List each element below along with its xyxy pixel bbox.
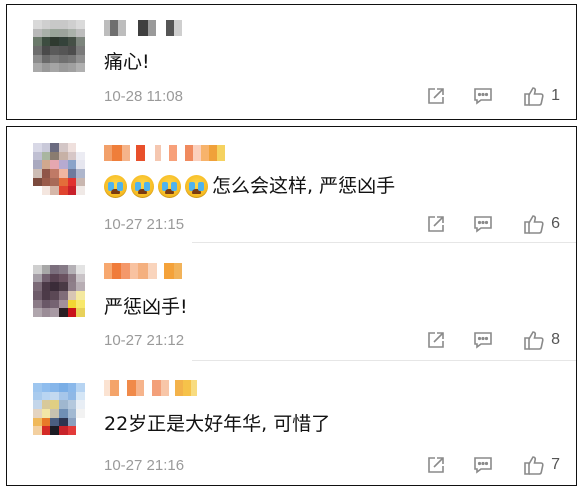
crying-face-emoji bbox=[104, 174, 127, 198]
username-blurred[interactable] bbox=[104, 20, 182, 36]
avatar[interactable] bbox=[33, 143, 85, 195]
avatar[interactable] bbox=[33, 383, 85, 435]
share-button[interactable] bbox=[426, 213, 446, 235]
comment-time: 10-27 21:16 bbox=[104, 456, 185, 474]
comment-time: 10-27 21:15 bbox=[104, 215, 185, 233]
comment-actions: 7 bbox=[396, 454, 576, 476]
comment-meta: 10-27 21:15 6 bbox=[104, 213, 576, 235]
reply-button[interactable] bbox=[473, 85, 493, 107]
username-blurred[interactable] bbox=[104, 145, 225, 161]
avatar[interactable] bbox=[33, 20, 85, 72]
comment-text: 严惩凶手! bbox=[104, 296, 188, 318]
crying-face-emoji bbox=[185, 174, 208, 198]
share-icon bbox=[428, 457, 444, 473]
thumbs-up-icon bbox=[524, 456, 544, 475]
crying-face-emoji bbox=[131, 174, 154, 198]
comment-text: 怎么会这样, 严惩凶手 bbox=[104, 174, 395, 198]
thumbs-up-icon bbox=[524, 87, 544, 106]
comment-icon bbox=[474, 88, 492, 105]
comment-meta: 10-28 11:08 1 bbox=[104, 85, 576, 107]
comment-meta: 10-27 21:16 7 bbox=[104, 454, 576, 476]
share-icon bbox=[428, 88, 444, 104]
comment-icon bbox=[474, 216, 492, 233]
share-button[interactable] bbox=[426, 85, 446, 107]
like-count: 7 bbox=[551, 456, 560, 473]
username-blurred[interactable] bbox=[104, 380, 197, 396]
like-button[interactable]: 1 bbox=[523, 85, 560, 107]
reply-button[interactable] bbox=[473, 329, 493, 351]
like-count: 1 bbox=[551, 87, 560, 104]
comment-text: 痛心! bbox=[104, 51, 150, 73]
reply-button[interactable] bbox=[473, 454, 493, 476]
like-button[interactable]: 6 bbox=[523, 213, 560, 235]
reply-button[interactable] bbox=[473, 213, 493, 235]
share-icon bbox=[428, 332, 444, 348]
comment-icon bbox=[474, 332, 492, 349]
comment-card: 怎么会这样, 严惩凶手 10-27 21:15 6 严惩凶手! 10-27 21… bbox=[6, 126, 577, 486]
username-blurred[interactable] bbox=[104, 263, 182, 279]
comment-item: 痛心! 10-28 11:08 1 bbox=[7, 5, 576, 121]
like-button[interactable]: 7 bbox=[523, 454, 560, 476]
comment-actions: 8 bbox=[396, 329, 576, 351]
comment-time: 10-28 11:08 bbox=[104, 87, 183, 105]
thumbs-up-icon bbox=[524, 331, 544, 350]
comment-actions: 6 bbox=[396, 213, 576, 235]
comment-card: 痛心! 10-28 11:08 1 bbox=[6, 4, 577, 120]
crying-face-emoji bbox=[158, 174, 181, 198]
share-button[interactable] bbox=[426, 329, 446, 351]
comment-meta: 10-27 21:12 8 bbox=[104, 329, 576, 351]
comment-actions: 1 bbox=[396, 85, 576, 107]
comment-item: 严惩凶手! 10-27 21:12 8 bbox=[7, 243, 576, 361]
comment-item: 怎么会这样, 严惩凶手 10-27 21:15 6 bbox=[7, 127, 576, 243]
comment-icon bbox=[474, 457, 492, 474]
comment-text: 22岁正是大好年华, 可惜了 bbox=[104, 413, 331, 435]
comment-time: 10-27 21:12 bbox=[104, 331, 185, 349]
share-icon bbox=[428, 216, 444, 232]
avatar[interactable] bbox=[33, 265, 85, 317]
like-count: 8 bbox=[551, 331, 560, 348]
thumbs-up-icon bbox=[524, 215, 544, 234]
comment-item: 22岁正是大好年华, 可惜了 10-27 21:16 7 bbox=[7, 361, 576, 485]
like-button[interactable]: 8 bbox=[523, 329, 560, 351]
like-count: 6 bbox=[551, 215, 560, 232]
share-button[interactable] bbox=[426, 454, 446, 476]
